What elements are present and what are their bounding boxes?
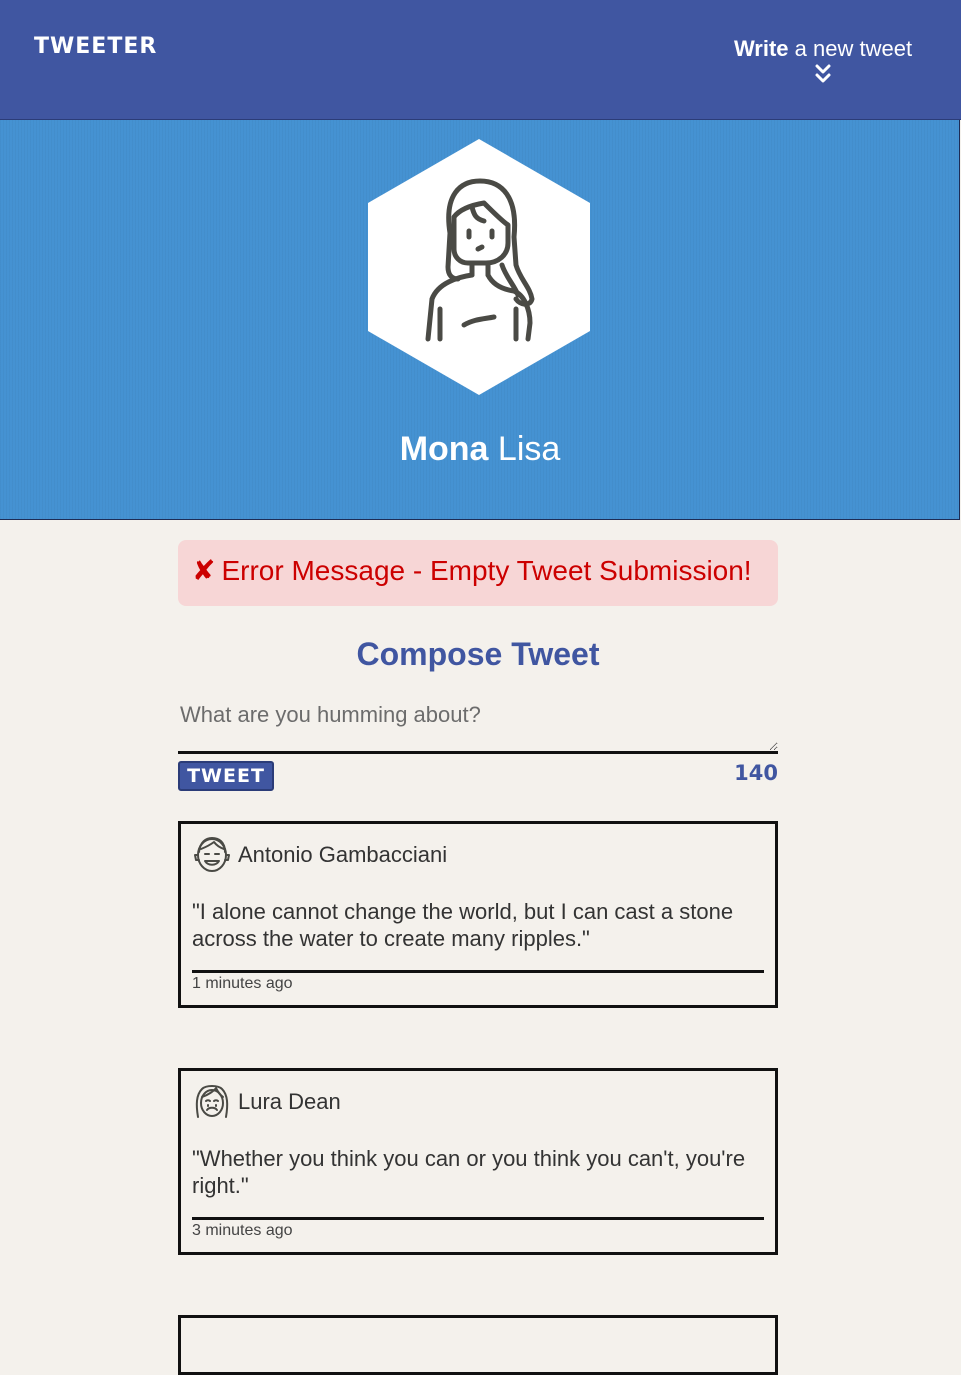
- write-label-rest: a new tweet: [788, 36, 913, 61]
- character-counter: 140: [734, 761, 778, 785]
- tweet-timestamp: 3 minutes ago: [192, 1222, 293, 1239]
- brand-logo[interactable]: TWEETER: [34, 34, 157, 59]
- tweet-card: Lura Dean "Whether you think you can or …: [178, 1068, 778, 1255]
- tweet-author: Antonio Gambacciani: [238, 842, 448, 867]
- profile-last-name: Lisa: [497, 430, 561, 468]
- submit-row: TWEET 140: [178, 759, 778, 797]
- smiling-man-avatar-icon: [194, 837, 230, 872]
- tweet-card: [178, 1315, 778, 1375]
- tweet-submit-button[interactable]: TWEET: [178, 761, 274, 791]
- profile-avatar: [368, 139, 590, 395]
- error-x-icon: ✘: [192, 555, 216, 586]
- tweet-author: Lura Dean: [238, 1089, 341, 1114]
- tweet-header: Lura Dean: [192, 1081, 764, 1121]
- compose-form: TWEET 140: [178, 694, 778, 797]
- write-new-tweet-label: Write a new tweet: [723, 36, 923, 62]
- top-nav: TWEETER Write a new tweet: [0, 0, 961, 120]
- tweet-text: "I alone cannot change the world, but I …: [192, 898, 764, 973]
- tweet-card: Antonio Gambacciani "I alone cannot chan…: [178, 821, 778, 1008]
- tweet-timestamp: 1 minutes ago: [192, 975, 293, 992]
- frowning-woman-avatar-icon: [195, 1085, 229, 1118]
- woman-avatar-icon: [368, 139, 590, 395]
- write-label-bold: Write: [733, 36, 789, 61]
- profile-name: Mona Lisa: [0, 430, 960, 469]
- main-column: ✘ Error Message - Empty Tweet Submission!…: [178, 540, 778, 1375]
- error-message-text: Error Message - Empty Tweet Submission!: [221, 555, 752, 586]
- write-new-tweet-toggle[interactable]: Write a new tweet: [723, 36, 923, 84]
- tweet-header: Antonio Gambacciani: [192, 834, 764, 874]
- profile-first-name: Mona: [399, 430, 489, 468]
- tweet-input[interactable]: [178, 694, 778, 754]
- tweet-text: "Whether you think you can or you think …: [192, 1145, 764, 1220]
- compose-title: Compose Tweet: [356, 636, 600, 672]
- profile-header: Mona Lisa: [0, 120, 960, 520]
- error-message-box: ✘ Error Message - Empty Tweet Submission!: [178, 540, 778, 606]
- double-chevron-down-icon: [815, 64, 831, 83]
